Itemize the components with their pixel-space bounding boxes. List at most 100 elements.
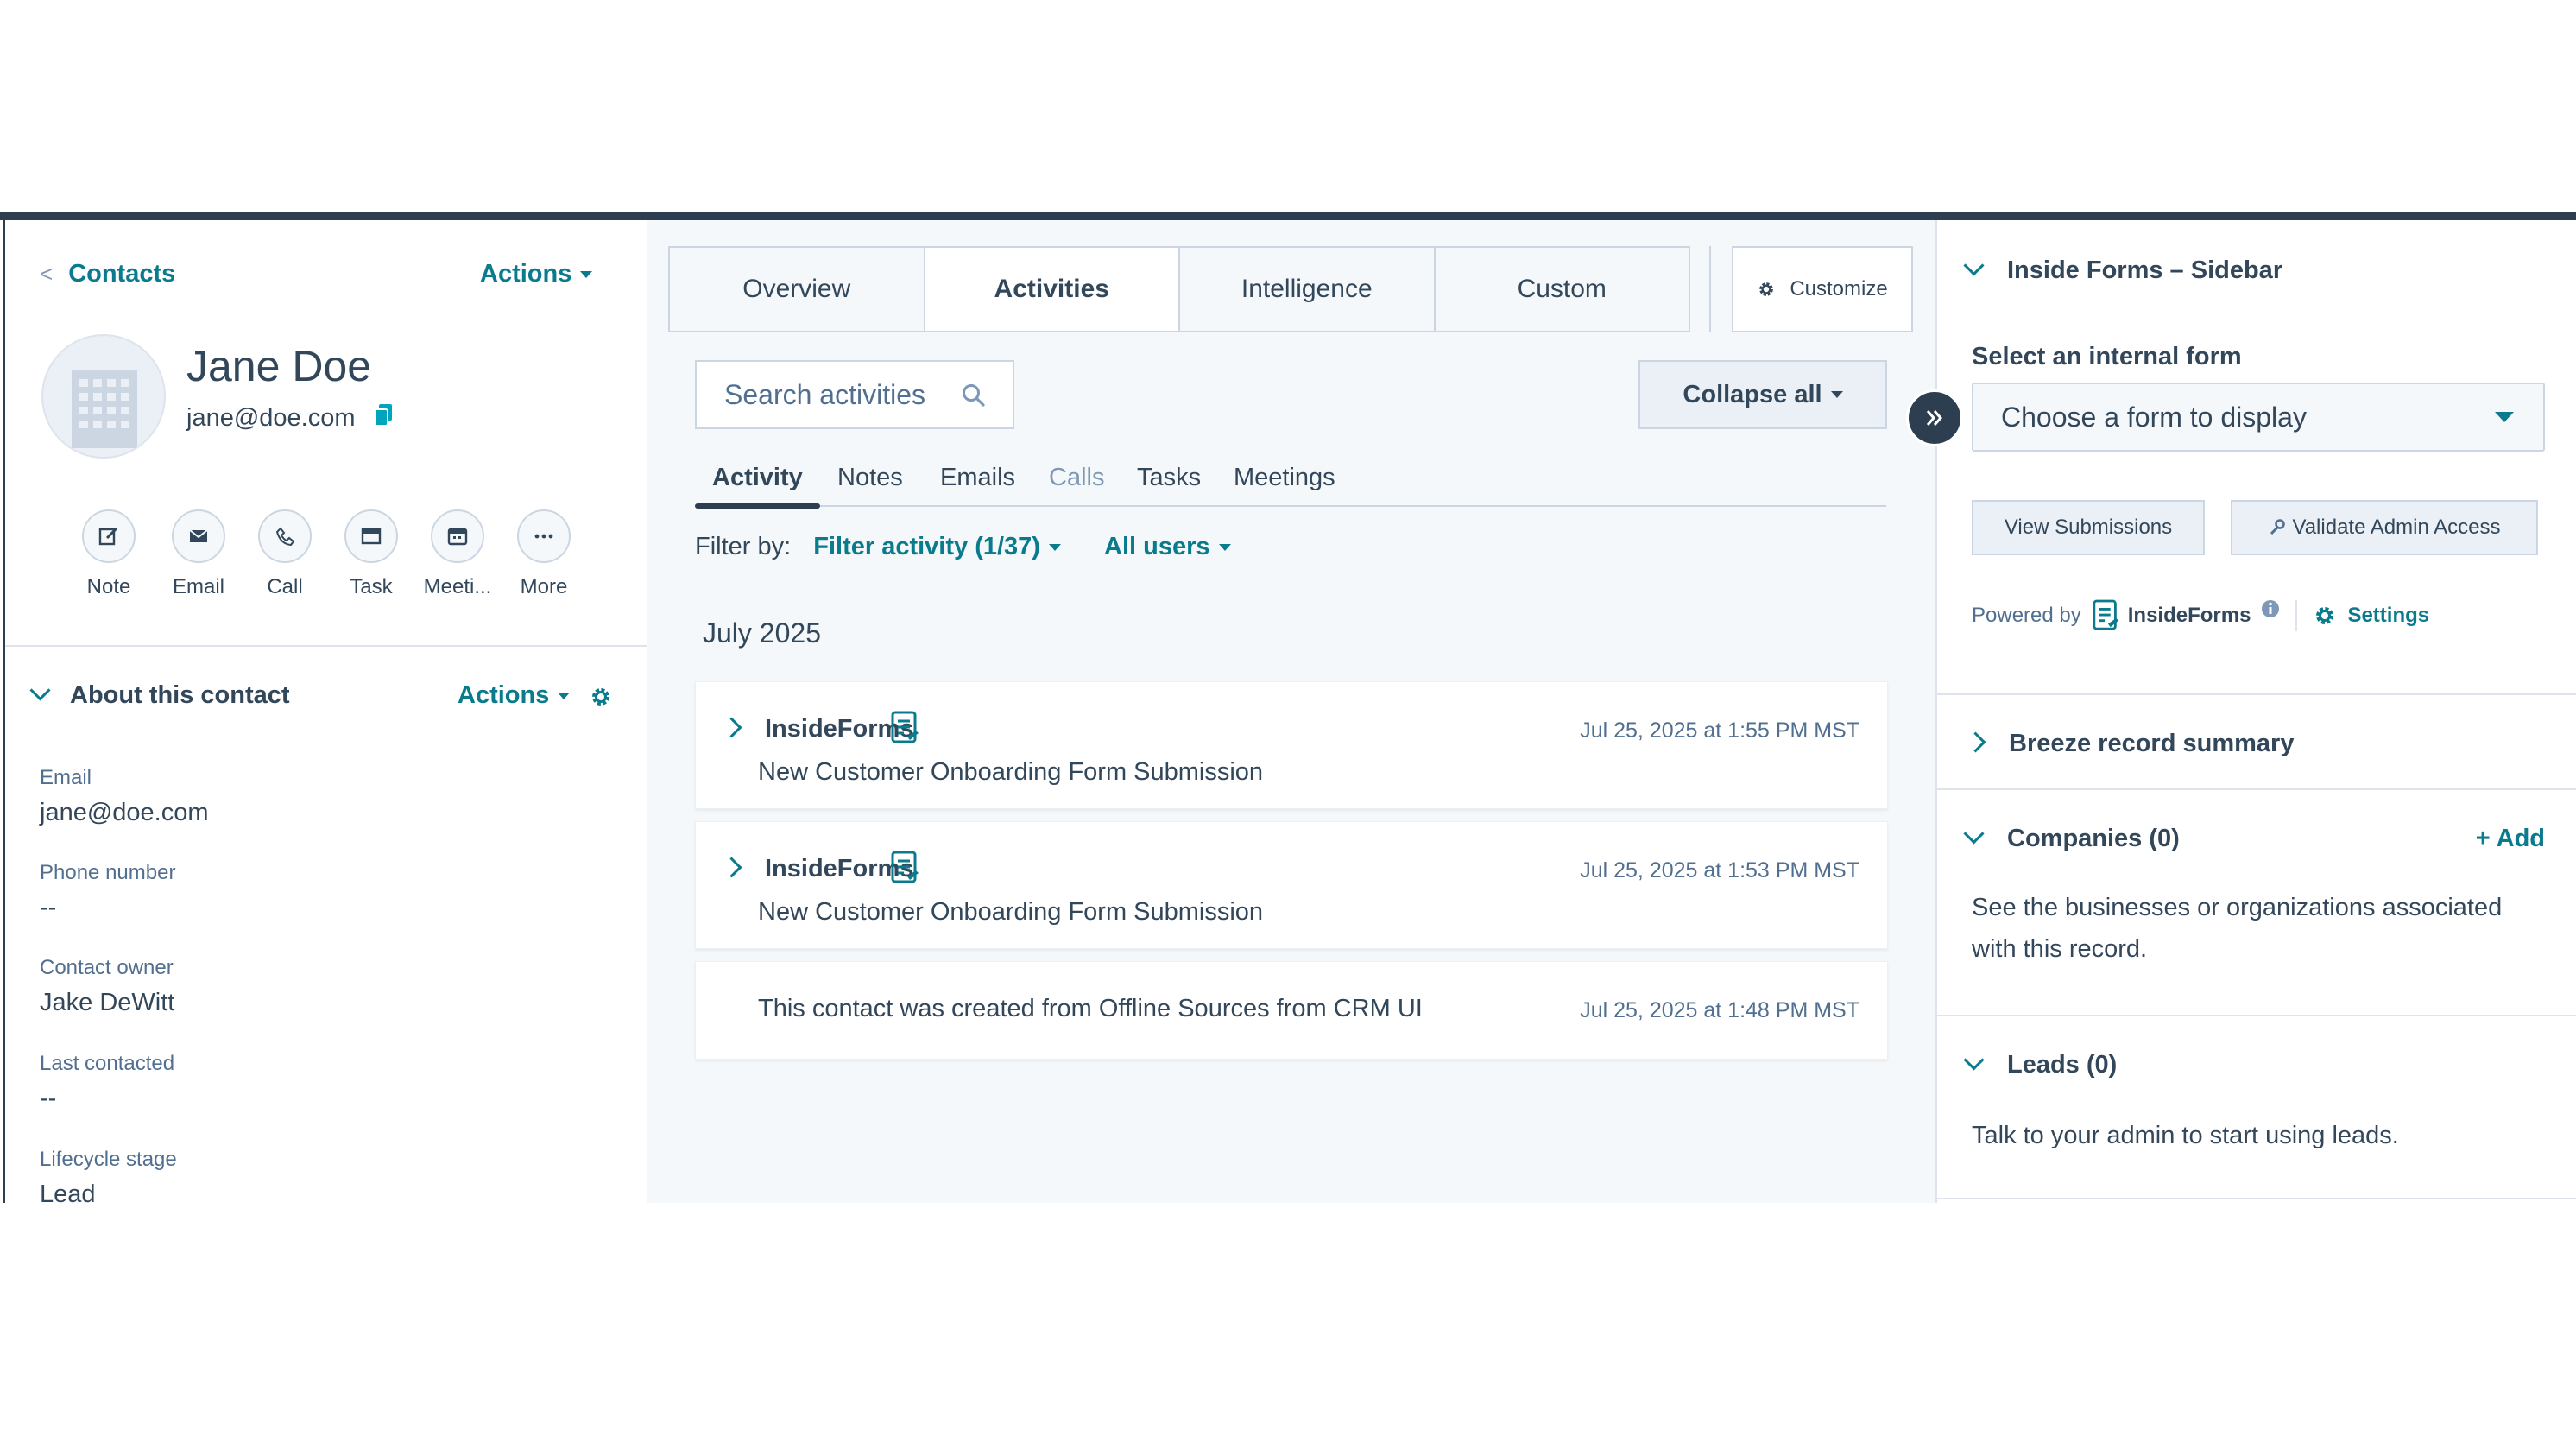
validate-admin-label: Validate Admin Access [2292,516,2501,539]
leads-section-title: Leads (0) [2007,1051,2118,1079]
divider [1937,1015,2576,1016]
subtab-tasks[interactable]: Tasks [1137,464,1201,492]
about-actions-label: Actions [458,681,550,709]
property-value-last-contacted[interactable]: -- [40,1085,56,1113]
all-users-dropdown[interactable]: All users [1104,533,1231,560]
chevron-down-icon [1963,823,1985,845]
activity-timestamp: Jul 25, 2025 at 1:55 PM MST [1580,718,1859,743]
avatar[interactable] [41,334,166,459]
activity-type-tabs: Activity Notes Emails Calls Tasks Meetin… [695,453,1886,509]
about-section-toggle[interactable]: About this contact [29,680,290,710]
all-users-label: All users [1104,533,1210,560]
validate-admin-access-button[interactable]: Validate Admin Access [2231,500,2538,555]
expand-sidebar-button[interactable] [1906,389,1963,446]
activity-card[interactable]: InsideForms New Customer Onboarding Form… [695,821,1888,949]
activity-timestamp: Jul 25, 2025 at 1:53 PM MST [1580,858,1859,883]
breeze-summary-toggle[interactable]: Breeze record summary [1965,730,2294,758]
property-label-lifecycle: Lifecycle stage [40,1148,177,1171]
caret-down-icon [1048,544,1061,552]
companies-section-title: Companies (0) [2007,825,2180,852]
subtab-emails[interactable]: Emails [940,464,1015,492]
filter-activity-dropdown[interactable]: Filter activity (1/37) [813,533,1061,560]
more-action-button[interactable]: More [501,509,587,599]
record-tabs: Overview Activities Intelligence Custom [668,246,1690,332]
chevron-right-icon[interactable] [721,717,742,738]
property-value-owner[interactable]: Jake DeWitt [40,989,174,1017]
tab-custom[interactable]: Custom [1436,248,1689,331]
chevron-right-icon[interactable] [721,857,742,878]
insideforms-icon [891,851,919,883]
chevron-down-icon [1963,1049,1985,1071]
record-actions-dropdown[interactable]: Actions [480,260,593,288]
property-value-email[interactable]: jane@doe.com [40,799,209,827]
activity-card[interactable]: This contact was created from Offline So… [695,961,1888,1060]
contact-name: Jane Doe [186,342,372,390]
about-actions-dropdown[interactable]: Actions [458,681,571,710]
search-placeholder: Search activities [724,378,925,410]
email-action-button[interactable]: Email [155,509,242,599]
add-company-button[interactable]: + Add [2476,825,2545,853]
collapse-all-button[interactable]: Collapse all [1638,360,1887,429]
subtab-activity[interactable]: Activity [712,464,803,492]
meeting-icon [447,528,468,546]
subtab-calls[interactable]: Calls [1049,464,1104,492]
meeting-action-label: Meeti... [423,575,492,598]
caret-down-icon [558,693,571,700]
info-icon[interactable] [2261,599,2280,618]
caret-down-icon [2495,412,2514,422]
chevron-left-icon: < [40,261,54,287]
call-action-label: Call [267,575,303,598]
insideforms-section-toggle[interactable]: Inside Forms – Sidebar [1963,255,2282,285]
email-action-label: Email [172,575,224,598]
tab-overview[interactable]: Overview [670,248,925,331]
property-label-phone: Phone number [40,861,176,884]
wrench-icon [2270,519,2286,535]
caret-down-icon [1218,544,1231,552]
form-select[interactable]: Choose a form to display [1972,383,2545,452]
tab-activities[interactable]: Activities [925,248,1180,331]
chevron-down-icon [29,680,51,701]
task-action-button[interactable]: Task [328,509,414,599]
property-label-last-contacted: Last contacted [40,1052,175,1075]
task-icon [361,528,382,545]
settings-link[interactable]: Settings [2347,604,2429,628]
activity-card[interactable]: InsideForms New Customer Onboarding Form… [695,681,1888,809]
property-label-owner: Contact owner [40,956,174,979]
back-to-contacts-link[interactable]: < Contacts [40,260,175,288]
gear-icon[interactable] [2313,604,2337,628]
insideforms-logo-icon [2093,599,2118,630]
divider [2295,600,2298,631]
customize-label: Customize [1790,277,1888,301]
copy-icon[interactable] [374,404,393,427]
brand-name: InsideForms [2127,604,2251,627]
call-action-button[interactable]: Call [242,509,328,599]
property-value-phone[interactable]: -- [40,894,56,922]
property-value-lifecycle[interactable]: Lead [40,1180,96,1203]
gear-icon [1759,282,1774,296]
search-activities-input[interactable]: Search activities [695,360,1014,429]
subtab-notes[interactable]: Notes [837,464,903,492]
gear-icon[interactable] [589,685,613,709]
customize-button[interactable]: Customize [1732,246,1913,332]
divider [5,645,647,647]
more-icon [534,534,553,539]
leads-section-toggle[interactable]: Leads (0) [1963,1049,2118,1079]
activity-title: New Customer Onboarding Form Submission [758,758,1264,786]
email-icon [189,529,208,542]
chevron-right-icon [1965,731,1986,753]
meeting-action-button[interactable]: Meeti... [414,509,501,599]
tab-intelligence[interactable]: Intelligence [1180,248,1436,331]
powered-by-row: Powered by InsideForms Settings [1972,598,2429,633]
actions-label: Actions [480,260,572,288]
note-action-button[interactable]: Note [66,509,152,599]
leads-empty-text: Talk to your admin to start using leads. [1972,1122,2399,1149]
crm-record-page: < Contacts Actions Jane Doe jane@doe.com … [0,212,2576,1203]
subtab-meetings[interactable]: Meetings [1234,464,1335,492]
double-chevron-right-icon [1926,410,1942,426]
companies-section-toggle[interactable]: Companies (0) [1963,823,2180,853]
contact-email: jane@doe.com [186,404,356,432]
filter-activity-label: Filter activity (1/37) [813,533,1040,560]
about-section-title: About this contact [70,681,290,709]
view-submissions-label: View Submissions [2004,516,2173,539]
view-submissions-button[interactable]: View Submissions [1972,500,2205,555]
